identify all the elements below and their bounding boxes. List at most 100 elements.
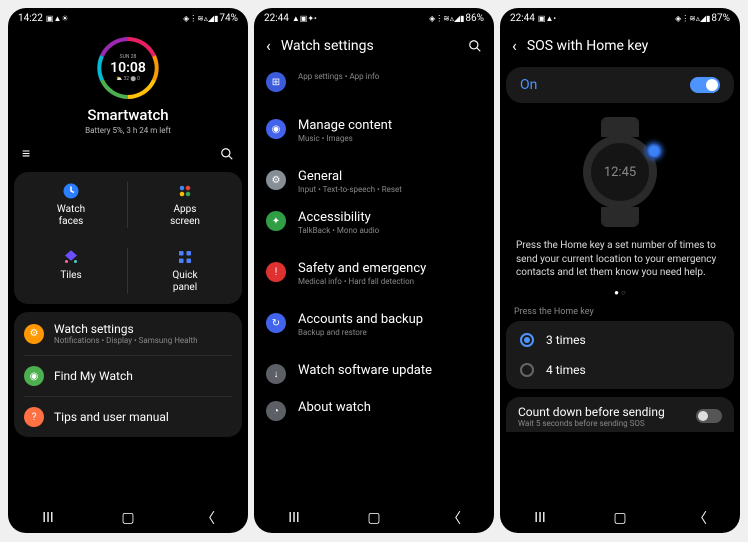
status-time: 14:22: [18, 13, 43, 24]
status-battery: 87%: [711, 13, 730, 24]
back-button[interactable]: 〈: [685, 508, 715, 528]
phone-screen-3: 22:44 ▣ ▲ • ◈ ⋮ ≋ ▵ ◢ ▮ 87% ‹ SOS with H…: [500, 8, 740, 533]
status-left-icons: ▣ ▲ •: [538, 14, 555, 23]
watch-complications: ⛅ 32 ⬤ 0: [110, 76, 146, 82]
item-subtitle: Wait 5 seconds before sending SOS: [518, 419, 665, 428]
status-battery: 74%: [219, 13, 238, 24]
grid-label: Apps screen: [170, 204, 200, 228]
tips-item[interactable]: ? Tips and user manual: [24, 396, 232, 437]
backup-icon: ↻: [266, 313, 286, 333]
quick-panel-icon: [176, 248, 194, 266]
search-icon[interactable]: [468, 39, 482, 53]
watch-faces-icon: [62, 182, 80, 200]
item-title: Tips and user manual: [54, 410, 169, 424]
nav-bar: III ▢ 〈: [500, 503, 740, 533]
watch-mock-time: 12:45: [591, 143, 649, 201]
device-name: Smartwatch: [87, 106, 168, 124]
item-subtitle: App settings • App info: [298, 72, 379, 81]
item-subtitle: Notifications • Display • Samsung Health: [54, 336, 197, 345]
nav-bar: III ▢ 〈: [8, 503, 248, 533]
home-button[interactable]: ▢: [359, 510, 389, 526]
item-title: Watch software update: [298, 363, 432, 378]
accounts-item[interactable]: ↻ Accounts and backup Backup and restore: [260, 304, 488, 345]
phone-screen-1: 14:22 ▣ ▲ ☀ ◈ ⋮ ≋ ▵ ◢ ▮ 74% SUN 28: [8, 8, 248, 533]
press-count-options: 3 times 4 times: [506, 321, 734, 389]
item-title: Watch settings: [54, 322, 197, 336]
watch-face-preview[interactable]: SUN 28 10:08 ⛅ 32 ⬤ 0 Smartwatch Battery…: [8, 28, 248, 139]
status-bar: 22:44 ▣ ▲ • ◈ ⋮ ≋ ▵ ◢ ▮ 87%: [500, 8, 740, 28]
accessibility-icon: ✦: [266, 211, 286, 231]
content-icon: ◉: [266, 119, 286, 139]
phone-screen-2: 22:44 ▲ ▣ ✦ • ◈ ⋮ ≋ ▵ ◢ ▮ 86% ‹ Watch se…: [254, 8, 494, 533]
battery-status: Battery 5%, 3 h 24 m left: [85, 126, 171, 135]
about-watch-item[interactable]: ◔ About watch: [260, 392, 488, 429]
option-4-times[interactable]: 4 times: [516, 355, 724, 385]
switch-off[interactable]: [696, 409, 722, 423]
back-button[interactable]: 〈: [439, 508, 469, 528]
recents-button[interactable]: III: [279, 510, 309, 526]
grid-label: Watch faces: [57, 204, 85, 228]
find-my-watch-item[interactable]: ◉ Find My Watch: [24, 355, 232, 396]
item-subtitle: Input • Text-to-speech • Reset: [298, 185, 402, 194]
recents-button[interactable]: III: [525, 510, 555, 526]
back-icon[interactable]: ‹: [512, 36, 517, 55]
apps-icon: [176, 182, 194, 200]
manage-content-item[interactable]: ◉ Manage content Music • Images: [260, 110, 488, 151]
safety-item[interactable]: ! Safety and emergency Medical info • Ha…: [260, 253, 488, 294]
grid-label: Quick panel: [172, 270, 197, 294]
item-title: Accounts and backup: [298, 312, 423, 327]
search-icon[interactable]: [220, 147, 234, 161]
option-3-times[interactable]: 3 times: [516, 325, 724, 355]
item-title: General: [298, 169, 402, 184]
app-info-item[interactable]: ⊞ App settings • App info: [260, 63, 488, 100]
back-icon[interactable]: ‹: [266, 36, 271, 55]
sos-illustration: 12:45: [500, 111, 740, 233]
menu-icon[interactable]: ≡: [22, 145, 30, 162]
option-header: Press the Home key: [500, 303, 740, 319]
status-right-icons: ◈ ⋮ ≋ ▵ ◢ ▮: [675, 14, 709, 23]
software-update-item[interactable]: ↓ Watch software update: [260, 355, 488, 392]
main-toggle[interactable]: On: [506, 67, 734, 103]
status-bar: 14:22 ▣ ▲ ☀ ◈ ⋮ ≋ ▵ ◢ ▮ 74%: [8, 8, 248, 28]
status-left-icons: ▣ ▲ ☀: [46, 14, 68, 23]
home-key-highlight-icon: [646, 143, 662, 159]
watch-faces-button[interactable]: Watch faces: [14, 172, 128, 238]
watch-time: 10:08: [110, 60, 146, 76]
back-button[interactable]: 〈: [193, 508, 223, 528]
item-title: Count down before sending: [518, 405, 665, 419]
watch-settings-item[interactable]: ⚙ Watch settings Notifications • Display…: [24, 312, 232, 355]
general-icon: ⚙: [266, 170, 286, 190]
status-battery: 86%: [465, 13, 484, 24]
home-button[interactable]: ▢: [113, 510, 143, 526]
item-title: Accessibility: [298, 210, 379, 225]
location-icon: ◉: [24, 366, 44, 386]
update-icon: ↓: [266, 364, 286, 384]
page-indicator: ● ○: [500, 286, 740, 303]
countdown-item[interactable]: Count down before sending Wait 5 seconds…: [506, 397, 734, 432]
item-subtitle: Music • Images: [298, 134, 392, 143]
item-subtitle: TalkBack • Mono audio: [298, 226, 379, 235]
quick-access-grid: Watch faces Apps screen Tiles Quick pane…: [14, 172, 242, 304]
page-title: Watch settings: [281, 38, 458, 54]
recents-button[interactable]: III: [33, 510, 63, 526]
switch-on[interactable]: [690, 77, 720, 93]
settings-scroll[interactable]: ⊞ App settings • App info ◉ Manage conte…: [254, 63, 494, 503]
tiles-icon: [62, 248, 80, 266]
quick-panel-button[interactable]: Quick panel: [128, 238, 242, 304]
page-header: ‹ Watch settings: [254, 28, 494, 63]
gear-icon: ⚙: [24, 324, 44, 344]
accessibility-item[interactable]: ✦ Accessibility TalkBack • Mono audio: [260, 202, 488, 243]
safety-icon: !: [266, 262, 286, 282]
description-text: Press the Home key a set number of times…: [500, 233, 740, 286]
item-title: Find My Watch: [54, 369, 133, 383]
home-button[interactable]: ▢: [605, 510, 635, 526]
apps-screen-button[interactable]: Apps screen: [128, 172, 242, 238]
apps-circle-icon: ⊞: [266, 72, 286, 92]
radio-label: 3 times: [546, 333, 586, 347]
tiles-button[interactable]: Tiles: [14, 238, 128, 304]
general-item[interactable]: ⚙ General Input • Text-to-speech • Reset: [260, 161, 488, 202]
status-left-icons: ▲ ▣ ✦ •: [292, 14, 316, 23]
page-title: SOS with Home key: [527, 38, 728, 54]
status-right-icons: ◈ ⋮ ≋ ▵ ◢ ▮: [183, 14, 217, 23]
status-time: 22:44: [510, 13, 535, 24]
